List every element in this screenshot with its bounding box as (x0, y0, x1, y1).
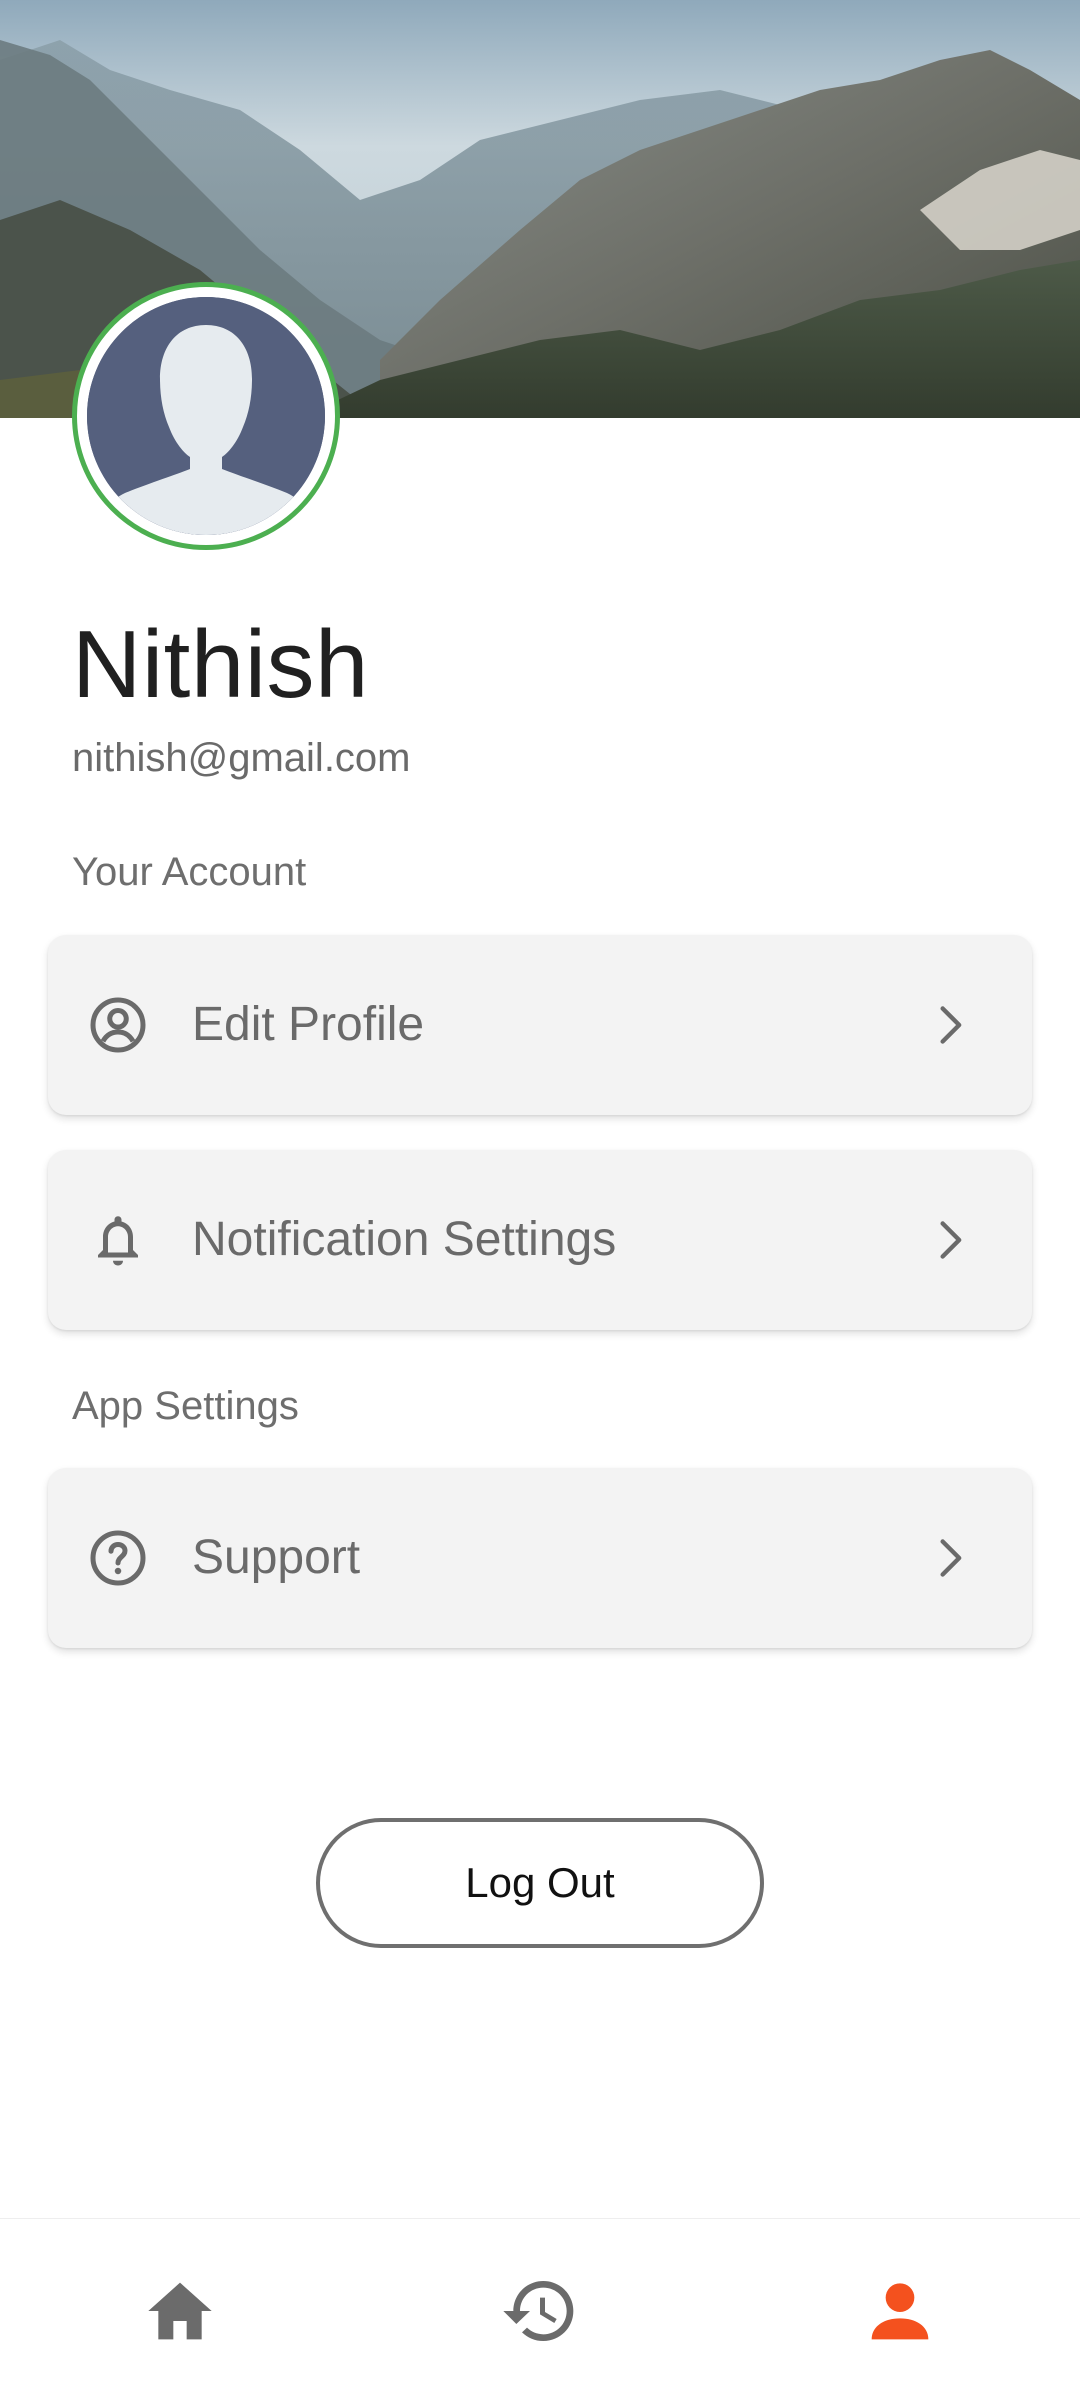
support-label: Support (192, 1531, 361, 1584)
home-icon (148, 2282, 212, 2340)
edit-profile-label: Edit Profile (192, 998, 425, 1051)
account-circle-icon (90, 997, 146, 1053)
chevron-right-icon (940, 1539, 962, 1577)
notification-settings-item[interactable]: Notification Settings (48, 1150, 1032, 1330)
section-title-app-settings: App Settings (72, 1384, 299, 1428)
notification-settings-label: Notification Settings (192, 1213, 617, 1266)
bell-icon (98, 1216, 138, 1266)
chevron-right-icon (940, 1006, 962, 1044)
profile-email: nithish@gmail.com (72, 736, 411, 780)
nav-home[interactable] (140, 2271, 220, 2351)
logout-button[interactable]: Log Out (316, 1818, 764, 1948)
edit-profile-item[interactable]: Edit Profile (48, 935, 1032, 1115)
nav-history[interactable] (500, 2271, 580, 2351)
help-circle-icon (90, 1530, 146, 1586)
profile-avatar[interactable] (72, 282, 340, 550)
profile-name: Nithish (72, 611, 369, 718)
chevron-right-icon (940, 1221, 962, 1259)
history-icon (503, 2281, 574, 2341)
person-icon (871, 2283, 929, 2340)
section-title-account: Your Account (72, 850, 307, 894)
nav-profile[interactable] (860, 2271, 940, 2351)
avatar-placeholder-icon (87, 297, 325, 535)
support-item[interactable]: Support (48, 1468, 1032, 1648)
bottom-navigation (0, 2218, 1080, 2400)
